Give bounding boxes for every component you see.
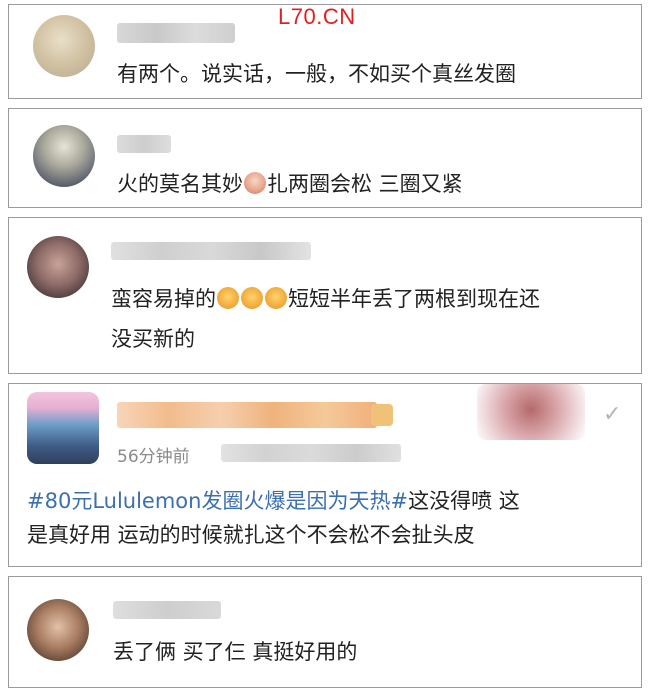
chevron-check-icon[interactable]: ✓	[603, 402, 621, 427]
comment-text-line: 没买新的	[111, 327, 195, 351]
crying-cat-emoji-icon	[217, 287, 239, 309]
comment-text-part: 火的莫名其妙	[117, 172, 243, 196]
image-thumbnail-blurred[interactable]	[477, 384, 585, 440]
comment-card-5: 丢了俩 买了仨 真挺好用的	[8, 576, 642, 688]
avatar[interactable]	[27, 392, 99, 464]
badge-blurred	[371, 404, 393, 426]
comment-text-part: 这没得喷 这	[408, 489, 520, 513]
avatar[interactable]	[33, 15, 95, 77]
source-blurred	[221, 444, 401, 462]
avatar[interactable]	[27, 599, 89, 661]
comment-card-4: ✓ 56分钟前 #80元Lululemon发圈火爆是因为天热#这没得喷 这 是真…	[8, 383, 642, 567]
username-blurred	[111, 242, 311, 260]
site-watermark: L70.CN	[278, 4, 356, 29]
comment-text-line: #80元Lululemon发圈火爆是因为天热#这没得喷 这	[27, 484, 520, 518]
comment-text: 火的莫名其妙 扎两圈会松 三圈又紧	[117, 167, 463, 201]
topic-hashtag-link[interactable]: #80元Lululemon发圈火爆是因为天热#	[27, 489, 408, 513]
comment-text-line: 蛮容易掉的 短短半年丢了两根到现在还	[111, 282, 540, 316]
username-blurred	[117, 402, 377, 428]
poop-emoji-icon	[244, 172, 266, 194]
comment-text: 丢了俩 买了仨 真挺好用的	[113, 640, 358, 664]
username-blurred	[117, 135, 171, 153]
username-blurred	[113, 601, 221, 619]
avatar[interactable]	[27, 236, 89, 298]
username-blurred	[117, 23, 235, 43]
comment-time: 56分钟前	[117, 447, 190, 467]
crying-cat-emoji-icon	[265, 287, 287, 309]
comment-text: 有两个。说实话，一般，不如买个真丝发圈	[117, 62, 516, 86]
comment-text-line: 是真好用 运动的时候就扎这个不会松不会扯头皮	[27, 523, 475, 547]
comment-card-3: 蛮容易掉的 短短半年丢了两根到现在还 没买新的	[8, 217, 642, 374]
comment-text-part: 扎两圈会松 三圈又紧	[267, 172, 463, 196]
comment-card-2: 火的莫名其妙 扎两圈会松 三圈又紧	[8, 108, 642, 208]
comment-text-part: 短短半年丢了两根到现在还	[288, 287, 540, 311]
comment-text-part: 蛮容易掉的	[111, 287, 216, 311]
avatar[interactable]	[33, 125, 95, 187]
crying-cat-emoji-icon	[241, 287, 263, 309]
